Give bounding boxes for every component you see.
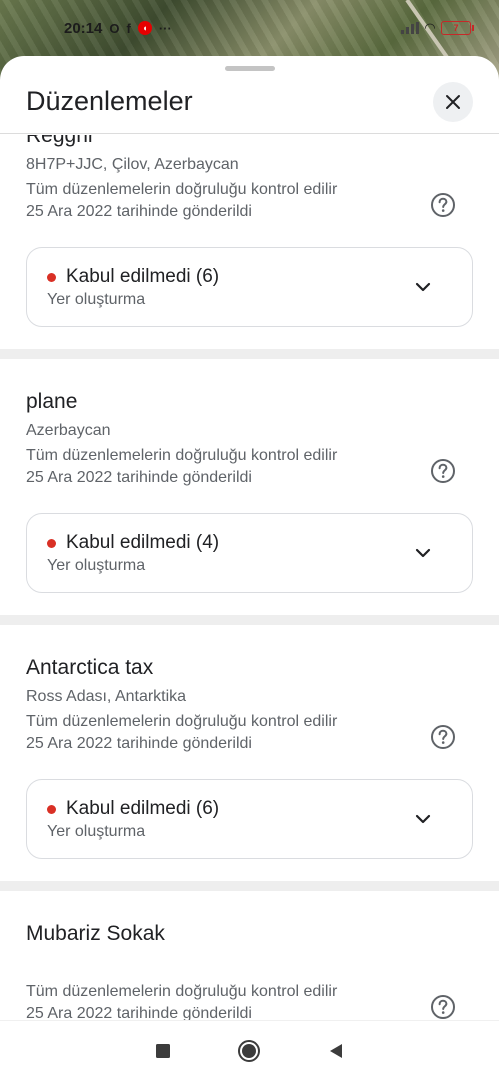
submitted-date: 25 Ara 2022 tarihinde gönderildi <box>26 469 252 486</box>
status-dot <box>47 538 56 548</box>
place-address <box>26 949 473 977</box>
system-nav-bar <box>0 1020 499 1080</box>
battery-icon: 7 <box>441 21 474 35</box>
section-divider <box>0 349 499 359</box>
place-name: plane <box>26 390 78 413</box>
submitted-date: 25 Ara 2022 tarihinde gönderildi <box>26 1005 252 1020</box>
section-divider <box>0 881 499 891</box>
place-address: Azerbaycan <box>26 422 111 439</box>
edit-status-card[interactable]: Kabul edilmedi (4) Yer oluşturma <box>26 513 473 593</box>
home-button[interactable] <box>229 1031 269 1071</box>
edit-type: Yer oluşturma <box>47 823 146 840</box>
back-button[interactable] <box>316 1031 356 1071</box>
edit-info: Tüm düzenlemelerin doğruluğu kontrol edi… <box>26 179 473 235</box>
help-icon[interactable] <box>430 192 456 218</box>
submitted-date: 25 Ara 2022 tarihinde gönderildi <box>26 203 252 220</box>
square-icon <box>156 1043 171 1058</box>
edit-info: Tüm düzenlemelerin doğruluğu kontrol edi… <box>26 981 473 1020</box>
place-name: Mubariz Sokak <box>26 922 165 945</box>
edit-info: Tüm düzenlemelerin doğruluğu kontrol edi… <box>26 445 473 501</box>
chevron-down-icon[interactable] <box>414 544 432 562</box>
sheet-header: Düzenlemeler <box>0 76 499 134</box>
edit-status-card[interactable]: Kabul edilmedi (6) Yer oluşturma <box>26 247 473 327</box>
wifi-icon: ◠ <box>425 20 435 35</box>
more-notifications-icon: ··· <box>158 20 172 36</box>
edit-type: Yer oluşturma <box>47 557 146 574</box>
info-note: Tüm düzenlemelerin doğruluğu kontrol edi… <box>26 181 338 198</box>
vodafone-icon: ◖ <box>137 21 152 35</box>
drag-handle[interactable] <box>225 66 275 71</box>
edits-list-container[interactable]: Regghr 8H7P+JJC, Çilov, Azerbaycan Tüm d… <box>0 135 499 1020</box>
edit-info: Tüm düzenlemelerin doğruluğu kontrol edi… <box>26 711 473 767</box>
section-divider <box>0 615 499 625</box>
status-dot <box>47 272 56 282</box>
battery-level: 7 <box>453 23 459 33</box>
info-note: Tüm düzenlemelerin doğruluğu kontrol edi… <box>26 447 338 464</box>
signal-icon <box>401 22 419 34</box>
edit-type: Yer oluşturma <box>47 291 146 308</box>
edit-entry: Antarctica tax Ross Adası, Antarktika Tü… <box>0 625 499 881</box>
place-address: 8H7P+JJC, Çilov, Azerbaycan <box>26 156 239 173</box>
edits-list: Regghr 8H7P+JJC, Çilov, Azerbaycan Tüm d… <box>0 135 499 1020</box>
chevron-down-icon[interactable] <box>414 810 432 828</box>
page-title: Düzenlemeler <box>26 86 193 116</box>
help-icon[interactable] <box>430 994 456 1020</box>
edit-entry: plane Azerbaycan Tüm düzenlemelerin doğr… <box>0 359 499 615</box>
close-icon <box>446 95 460 109</box>
submitted-date: 25 Ara 2022 tarihinde gönderildi <box>26 735 252 752</box>
edits-sheet: Düzenlemeler Regghr 8H7P+JJC, Çilov, Aze… <box>0 56 499 1020</box>
edit-entry: Mubariz Sokak Tüm düzenlemelerin doğrulu… <box>0 891 499 1020</box>
status-label: Kabul edilmedi (6) <box>66 798 220 819</box>
place-name: Regghr <box>26 135 95 147</box>
close-button[interactable] <box>433 82 473 122</box>
chevron-down-icon[interactable] <box>414 278 432 296</box>
recents-button[interactable] <box>143 1031 183 1071</box>
help-icon[interactable] <box>430 458 456 484</box>
status-dot <box>47 804 56 814</box>
status-time: 20:14 <box>64 19 103 37</box>
info-note: Tüm düzenlemelerin doğruluğu kontrol edi… <box>26 983 338 1000</box>
triangle-back-icon <box>329 1043 342 1058</box>
info-note: Tüm düzenlemelerin doğruluğu kontrol edi… <box>26 713 338 730</box>
status-label: Kabul edilmedi (6) <box>66 266 220 287</box>
ring-icon: O <box>109 20 120 36</box>
edit-status-card[interactable]: Kabul edilmedi (6) Yer oluşturma <box>26 779 473 859</box>
circle-icon <box>238 1039 261 1062</box>
status-label: Kabul edilmedi (4) <box>66 532 220 553</box>
edit-entry: Regghr 8H7P+JJC, Çilov, Azerbaycan Tüm d… <box>0 135 499 349</box>
status-bar: 20:14 O f ◖ ··· ◠ 7 <box>0 0 499 56</box>
help-icon[interactable] <box>430 724 456 750</box>
place-name: Antarctica tax <box>26 656 154 679</box>
facebook-icon: f <box>126 20 131 36</box>
place-address: Ross Adası, Antarktika <box>26 688 187 705</box>
